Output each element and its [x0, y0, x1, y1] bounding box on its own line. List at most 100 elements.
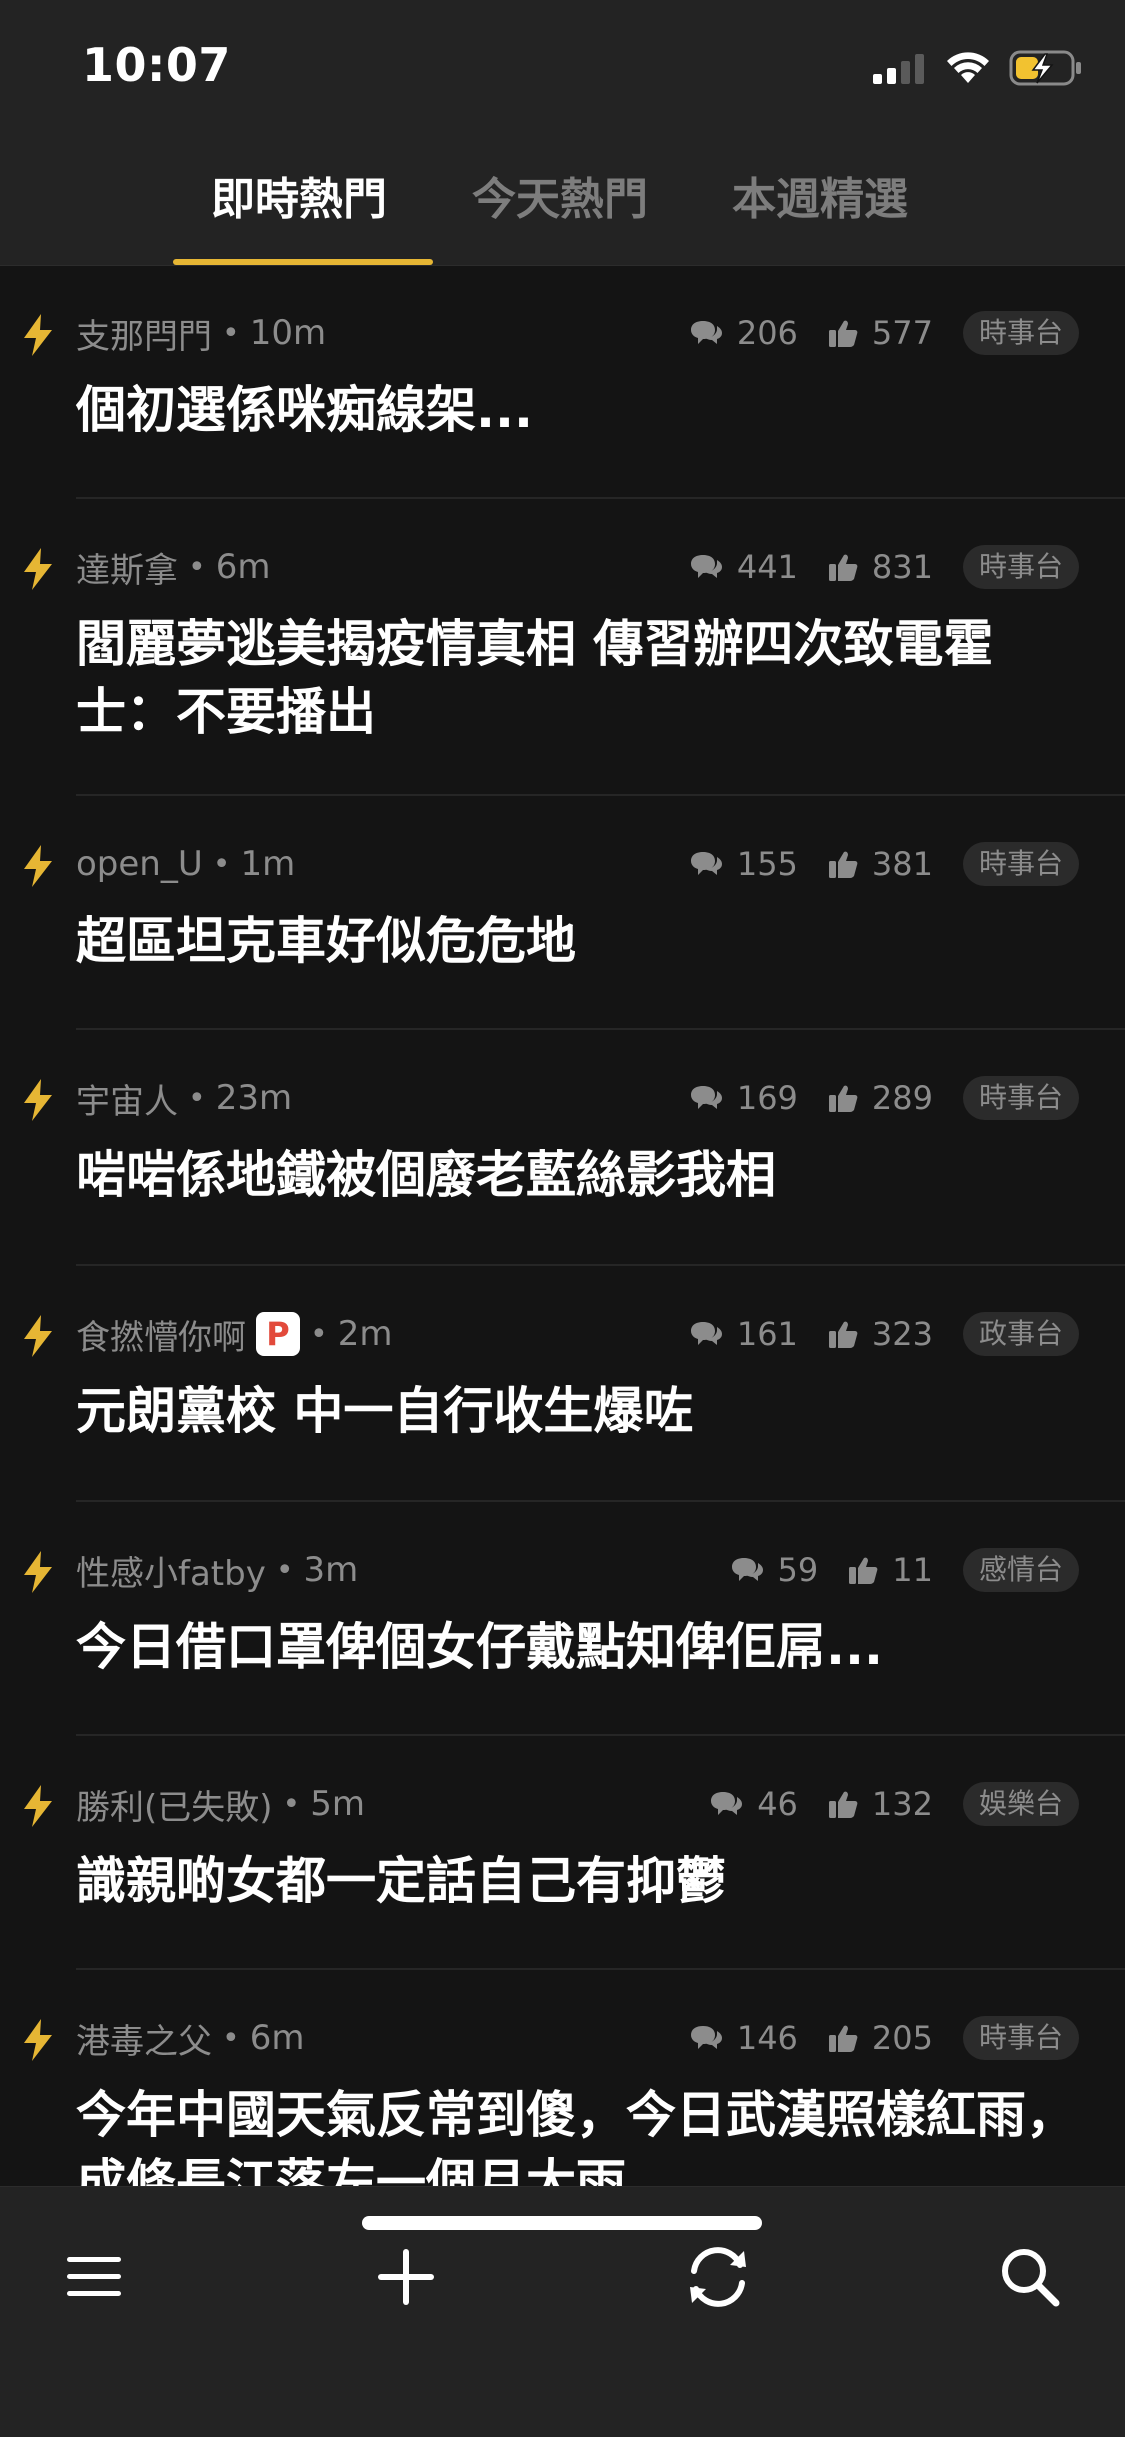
post-stats: 46 132 娛樂台: [679, 1779, 1079, 1829]
comment-count: 155: [689, 845, 798, 883]
post-title[interactable]: 今年中國天氣反常到傻，今日武漢照樣紅雨，成條長江落左一個月大雨。: [76, 2081, 1086, 2186]
comment-count: 161: [689, 1315, 798, 1353]
lightning-bolt-icon: [24, 1315, 52, 1357]
search-icon: [1002, 2249, 1060, 2307]
comment-count: 169: [689, 1079, 798, 1117]
post-author[interactable]: 食撚懵你啊: [76, 1310, 246, 1359]
thumbs-up-icon: [828, 2025, 858, 2052]
post-title[interactable]: 元朗黨校 中一自行收生爆咗: [76, 1377, 1086, 1445]
category-badge[interactable]: 時事台: [962, 311, 1079, 355]
post-stats: 161 323 政事台: [659, 1309, 1079, 1359]
thumbs-up-icon: [828, 554, 858, 581]
post-item[interactable]: 性感小fatby • 3m 59 11 感情台 今日借口罩俾個女仔戴點知俾佢屌.…: [0, 1503, 1125, 1736]
post-time: 1m: [240, 844, 296, 884]
search-button[interactable]: [990, 2237, 1070, 2317]
menu-button[interactable]: [54, 2237, 134, 2317]
post-stats: 169 289 時事台: [659, 1073, 1079, 1123]
home-indicator[interactable]: [362, 2216, 762, 2230]
category-badge[interactable]: 時事台: [962, 1076, 1079, 1120]
post-item[interactable]: open_U • 1m 155 381 時事台 超區坦克車好似危危地: [0, 797, 1125, 1030]
post-time: 6m: [249, 2018, 305, 2058]
post-stats: 155 381 時事台: [659, 839, 1079, 889]
post-title[interactable]: 今日借口罩俾個女仔戴點知俾佢屌...: [76, 1613, 1086, 1681]
post-item[interactable]: 支那閂門 • 10m 206 577 時事台 個初選係咪痴線架...: [0, 266, 1125, 499]
like-count: 323: [828, 1315, 933, 1353]
header: 10:07 即時熱門 今天熱門 本週精選: [0, 0, 1125, 266]
post-item[interactable]: 港毒之父 • 6m 146 205 時事台 今年中國天氣反常到傻，今日武漢照樣紅…: [0, 1971, 1125, 2186]
post-item[interactable]: 宇宙人 • 23m 169 289 時事台 啱啱係地鐵被個廢老藍絲影我相: [0, 1031, 1125, 1266]
refresh-icon: [690, 2247, 746, 2307]
post-stats: 59 11 感情台: [700, 1545, 1079, 1595]
post-author[interactable]: 宇宙人: [76, 1074, 178, 1123]
category-badge[interactable]: 時事台: [962, 842, 1079, 886]
premium-badge: P: [256, 1312, 300, 1356]
category-badge[interactable]: 時事台: [962, 545, 1079, 589]
refresh-button[interactable]: [678, 2237, 758, 2317]
category-badge[interactable]: 感情台: [962, 1548, 1079, 1592]
post-feed[interactable]: 支那閂門 • 10m 206 577 時事台 個初選係咪痴線架... 達斯拿 •…: [0, 266, 1125, 2186]
category-badge[interactable]: 政事台: [962, 1312, 1079, 1356]
speech-bubbles-icon: [690, 852, 722, 875]
post-item[interactable]: 勝利(已失敗) • 5m 46 132 娛樂台 識親啲女都一定話自己有抑鬱: [0, 1737, 1125, 1970]
new-post-button[interactable]: [366, 2237, 446, 2317]
hamburger-menu-icon: [67, 2257, 121, 2296]
status-bar: 10:07: [0, 0, 1125, 140]
tab-today-hot[interactable]: 今天熱門: [472, 170, 648, 230]
like-count: 289: [828, 1079, 933, 1117]
post-title[interactable]: 啱啱係地鐵被個廢老藍絲影我相: [76, 1141, 1086, 1209]
post-author[interactable]: 性感小fatby: [76, 1546, 266, 1595]
post-item[interactable]: 達斯拿 • 6m 441 831 時事台 閻麗夢逃美揭疫情真相 傳習辦四次致電霍…: [0, 500, 1125, 796]
post-author[interactable]: 達斯拿: [76, 543, 178, 592]
comment-count: 441: [689, 548, 798, 586]
post-title[interactable]: 超區坦克車好似危危地: [76, 907, 1086, 975]
post-author[interactable]: open_U: [76, 844, 203, 884]
post-meta: open_U • 1m: [76, 839, 295, 889]
tab-live-hot[interactable]: 即時熱門: [211, 170, 387, 230]
cellular-signal-icon: [873, 54, 924, 84]
category-badge[interactable]: 時事台: [962, 2016, 1079, 2060]
post-meta: 勝利(已失敗) • 5m: [76, 1779, 365, 1829]
comment-count: 146: [689, 2019, 798, 2057]
comment-count: 59: [730, 1551, 818, 1589]
post-time: 5m: [310, 1784, 365, 1824]
divider: [76, 1500, 1125, 1502]
lightning-bolt-icon: [24, 1551, 52, 1593]
post-time: 2m: [337, 1314, 393, 1354]
speech-bubbles-icon: [690, 2026, 722, 2049]
post-meta: 食撚懵你啊 P • 2m: [76, 1309, 392, 1359]
post-meta: 支那閂門 • 10m: [76, 308, 326, 358]
post-stats: 146 205 時事台: [659, 2013, 1079, 2063]
post-author[interactable]: 港毒之父: [76, 2014, 212, 2063]
post-time: 23m: [215, 1078, 293, 1118]
meta-separator: •: [222, 315, 240, 351]
post-meta: 港毒之父 • 6m: [76, 2013, 304, 2063]
category-badge[interactable]: 娛樂台: [962, 1782, 1079, 1826]
plus-icon: [378, 2249, 434, 2305]
post-title[interactable]: 閻麗夢逃美揭疫情真相 傳習辦四次致電霍士：不要播出: [76, 610, 1086, 746]
thumbs-up-icon: [828, 320, 858, 347]
meta-separator: •: [188, 549, 206, 585]
post-title[interactable]: 識親啲女都一定話自己有抑鬱: [76, 1847, 1086, 1915]
thumbs-up-icon: [828, 851, 858, 878]
like-count: 381: [828, 845, 933, 883]
post-meta: 宇宙人 • 23m: [76, 1073, 292, 1123]
post-title[interactable]: 個初選係咪痴線架...: [76, 376, 1086, 444]
meta-separator: •: [222, 2020, 240, 2056]
meta-separator: •: [188, 1080, 206, 1116]
tab-bar: 即時熱門 今天熱門 本週精選: [0, 150, 1125, 265]
meta-separator: •: [212, 846, 231, 882]
battery-charging-icon: [1009, 50, 1081, 86]
post-author[interactable]: 支那閂門: [76, 309, 212, 358]
post-time: 6m: [215, 547, 271, 587]
tab-weekly-picks[interactable]: 本週精選: [732, 170, 908, 230]
speech-bubbles-icon: [731, 1558, 763, 1581]
system-icons: [873, 48, 1083, 88]
like-count: 132: [828, 1785, 933, 1823]
post-item[interactable]: 食撚懵你啊 P • 2m 161 323 政事台 元朗黨校 中一自行收生爆咗: [0, 1267, 1125, 1502]
lightning-bolt-icon: [24, 314, 52, 356]
thumbs-up-icon: [828, 1321, 858, 1348]
post-stats: 206 577 時事台: [659, 308, 1079, 358]
speech-bubbles-icon: [711, 1792, 743, 1815]
post-author[interactable]: 勝利(已失敗): [76, 1780, 273, 1829]
speech-bubbles-icon: [690, 1086, 722, 1109]
